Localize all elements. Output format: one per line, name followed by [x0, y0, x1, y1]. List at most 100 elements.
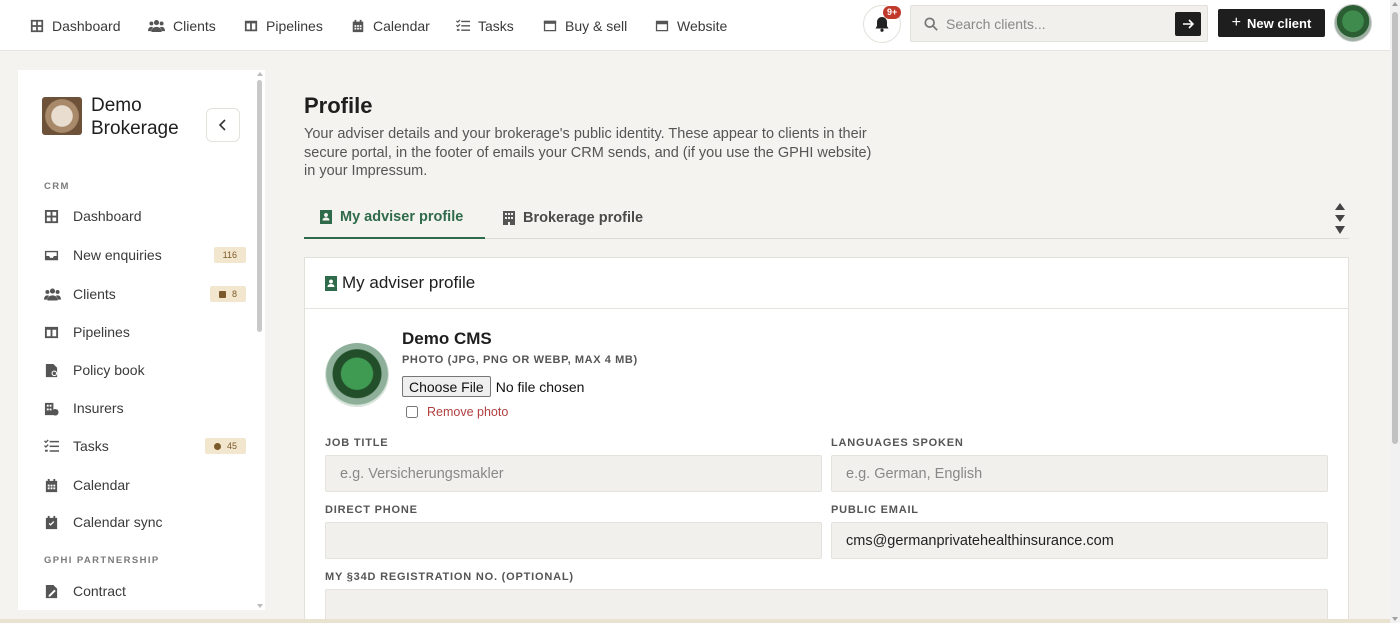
brokerage-name: Demo Brokerage: [91, 95, 179, 139]
direct-phone-input[interactable]: [325, 522, 822, 559]
nav-dashboard[interactable]: Dashboard: [30, 0, 121, 51]
job-title-label: JOB TITLE: [325, 437, 389, 449]
nav-calendar[interactable]: Calendar: [351, 0, 430, 51]
tab-label: My adviser profile: [340, 209, 464, 225]
enquiries-count-badge: 116: [213, 247, 246, 263]
tab-my-adviser-profile[interactable]: My adviser profile: [304, 197, 485, 239]
columns-icon: [44, 326, 59, 338]
sidebar-item-label: New enquiries: [73, 247, 162, 263]
languages-input[interactable]: e.g. German, English: [831, 455, 1328, 492]
sidebar-item-tasks[interactable]: Tasks 45: [44, 434, 246, 458]
inbox-icon: [543, 20, 557, 31]
choose-file-button[interactable]: Choose File: [402, 376, 491, 397]
sidebar-item-pipelines[interactable]: Pipelines: [44, 320, 244, 344]
sidebar-item-label: Pipelines: [73, 324, 130, 340]
card-title-text: My adviser profile: [342, 273, 476, 292]
checklist-icon: [44, 438, 59, 452]
search-icon: [924, 16, 938, 31]
sidebar-item-label: Policy book: [73, 362, 145, 378]
search-input[interactable]: [946, 15, 1166, 32]
nav-website-label: Website: [677, 17, 728, 34]
sidebar-item-label: Clients: [73, 286, 116, 302]
file-search-icon: [45, 363, 58, 377]
sidebar-item-new-enquiries[interactable]: New enquiries 116: [44, 243, 246, 267]
inbox-icon: [44, 250, 59, 260]
job-title-input[interactable]: e.g. Versicherungsmakler: [325, 455, 822, 492]
nav-tasks-label: Tasks: [478, 17, 514, 34]
tasks-count: 45: [226, 441, 237, 451]
arrow-right-icon: [1183, 19, 1194, 29]
nav-pipelines[interactable]: Pipelines: [244, 0, 323, 51]
checklist-icon: [456, 18, 470, 31]
sidebar-item-label: Dashboard: [73, 208, 142, 224]
sidebar-item-policy-book[interactable]: Policy book: [44, 358, 244, 382]
grid-icon: [44, 209, 59, 223]
nav-buy-sell[interactable]: Buy & sell: [543, 0, 627, 51]
chevron-left-icon: [218, 119, 226, 131]
remove-photo-checkbox[interactable]: [406, 406, 418, 418]
sidebar-item-label: Insurers: [73, 400, 124, 416]
building-icon: [44, 402, 59, 416]
users-icon: [44, 288, 61, 300]
collapse-sidebar-button[interactable]: [206, 108, 240, 142]
registration-label: MY §34D REGISTRATION NO. (OPTIONAL): [325, 571, 574, 583]
clients-count: 8: [231, 289, 237, 299]
clock-icon: [213, 442, 221, 450]
sidebar-item-clients[interactable]: Clients 8: [44, 282, 246, 306]
sidebar-item-label: Tasks: [73, 438, 109, 454]
card-title: My adviser profile: [325, 273, 475, 293]
photo-file-picker: Choose File No file chosen: [402, 376, 584, 397]
sidebar-item-label: Calendar: [73, 477, 130, 493]
public-email-label: PUBLIC EMAIL: [831, 504, 919, 516]
languages-label: LANGUAGES SPOKEN: [831, 437, 964, 449]
direct-phone-label: DIRECT PHONE: [325, 504, 418, 516]
brokerage-logo: [42, 97, 82, 135]
nav-pipelines-label: Pipelines: [266, 17, 323, 34]
page-scrollbar[interactable]: [1390, 0, 1400, 623]
building-icon: [503, 211, 515, 225]
search-submit-button[interactable]: [1175, 12, 1201, 36]
columns-icon: [244, 20, 258, 31]
sidebar-item-calendar-sync[interactable]: Calendar sync: [44, 510, 244, 534]
new-client-label: New client: [1247, 15, 1312, 31]
id-badge-icon: [320, 210, 332, 224]
nav-tasks[interactable]: Tasks: [456, 0, 514, 51]
remove-photo-label: Remove photo: [427, 405, 509, 419]
sidebar: Demo Brokerage CRM Dashboard New enquiri…: [18, 70, 265, 610]
remove-photo-option: Remove photo: [406, 405, 508, 419]
nav-clients[interactable]: Clients: [148, 0, 216, 51]
sidebar-item-contract[interactable]: Contract: [44, 579, 244, 603]
sidebar-item-insurers[interactable]: Insurers: [44, 396, 244, 420]
tasks-count-badge: 45: [204, 438, 246, 454]
sidebar-section-crm: CRM: [44, 181, 70, 192]
sidebar-scrollbar[interactable]: [256, 70, 264, 610]
card-header: My adviser profile: [305, 258, 1348, 309]
public-email-input[interactable]: cms@germanprivatehealthinsurance.com: [831, 522, 1328, 559]
calendar-icon: [352, 19, 364, 32]
adviser-profile-card: My adviser profile Demo CMS PHOTO (JPG, …: [304, 257, 1349, 623]
photo-upload-hint: PHOTO (JPG, PNG OR WEBP, MAX 4 MB): [402, 354, 638, 366]
notification-count-badge: 9+: [883, 6, 902, 19]
envelope-icon: [218, 290, 226, 298]
page-description: Your adviser details and your brokerage'…: [304, 126, 872, 179]
top-nav-bar: Dashboard Clients Pipelines Calendar Tas…: [0, 0, 1390, 51]
nav-dashboard-label: Dashboard: [52, 17, 121, 34]
nav-website[interactable]: Website: [655, 0, 727, 51]
contract-icon: [45, 584, 58, 598]
profile-photo: [325, 343, 389, 407]
new-client-button[interactable]: + New client: [1218, 9, 1325, 37]
sidebar-item-dashboard[interactable]: Dashboard: [44, 204, 244, 228]
sidebar-section-partnership: GPHI PARTNERSHIP: [44, 555, 160, 566]
sidebar-item-calendar[interactable]: Calendar: [44, 473, 244, 497]
tabs-scroll-control[interactable]: [1334, 201, 1348, 237]
bottom-strip: [0, 619, 1390, 623]
calendar-icon: [45, 478, 58, 492]
notifications-button[interactable]: 9+: [863, 5, 902, 43]
page-title: Profile: [304, 93, 373, 118]
user-avatar[interactable]: [1334, 4, 1372, 42]
file-status: No file chosen: [495, 378, 585, 395]
id-badge-icon: [325, 275, 337, 291]
tab-brokerage-profile[interactable]: Brokerage profile: [503, 197, 643, 239]
registration-input[interactable]: [325, 589, 1328, 623]
plus-icon: +: [1231, 14, 1242, 31]
